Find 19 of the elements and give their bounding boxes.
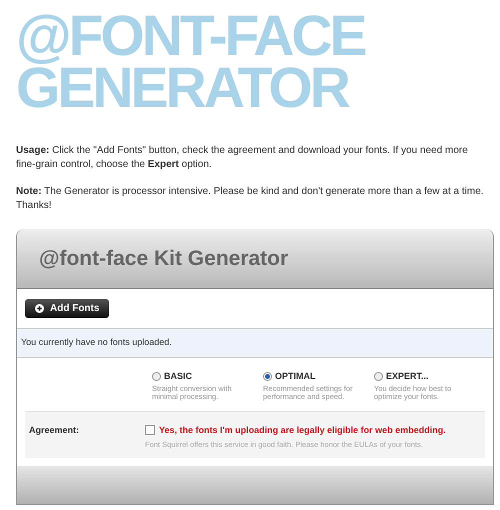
mode-option[interactable]: EXPERT... [374, 370, 485, 384]
mode-option[interactable]: OPTIMAL [263, 370, 374, 384]
plus-icon [35, 304, 44, 313]
radio-button[interactable] [374, 372, 383, 382]
mode-label: BASIC [164, 370, 192, 383]
agreement-text: Yes, the fonts I'm uploading are legally eligible for web embedding. [159, 424, 446, 437]
mode-label: OPTIMAL [275, 370, 316, 383]
agreement-checkbox[interactable] [145, 425, 155, 436]
panel-title: @font-face Kit Generator [39, 246, 288, 272]
agreement-label: Agreement: [28, 424, 80, 437]
hero-title: @FONT-FACE [16, 10, 365, 62]
radio-button[interactable] [152, 372, 161, 382]
mode-label: EXPERT... [386, 370, 429, 383]
mode-option[interactable]: BASIC [152, 370, 263, 384]
paragraph: Note: The Generator is processor intensive. Please be kind and don't generate more than a few at a time. Thanks! [16, 185, 484, 213]
add-fonts-button[interactable]: Add Fonts [25, 299, 110, 318]
paragraph: Usage: Click the "Add Fonts" button, check the agreement and download your fonts. If you need more fine-grain control, choose the Expert option. [16, 144, 469, 172]
status-text: You currently have no fonts uploaded. [21, 336, 172, 350]
radio-button[interactable] [263, 372, 272, 382]
